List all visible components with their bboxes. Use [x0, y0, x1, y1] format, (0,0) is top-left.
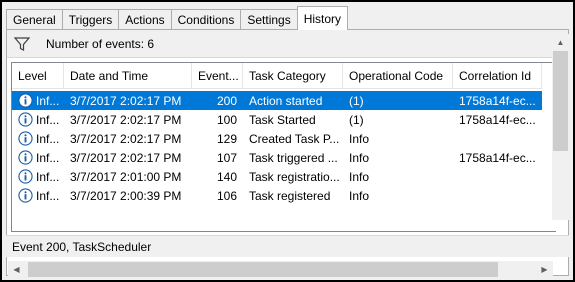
level-text: Inf... [36, 150, 60, 165]
column-header-label: Task Category [249, 68, 326, 83]
scroll-left-arrow-icon[interactable]: ◀ [8, 261, 25, 278]
info-icon [18, 112, 33, 127]
scroll-up-arrow-icon[interactable]: ▲ [552, 34, 569, 51]
level-cell: Inf... [12, 148, 64, 167]
column-header-date[interactable]: Date and Time [64, 63, 192, 88]
tab-actions[interactable]: Actions [118, 9, 172, 30]
level-text: Inf... [36, 112, 60, 127]
table-body: Inf... 3/7/2017 2:02:17 PM 200 Action start… [12, 91, 542, 205]
operational-code-cell: Info [349, 188, 370, 203]
task-category-cell: Task registered [249, 188, 331, 203]
task-category-cell: Task triggered ... [249, 150, 338, 165]
table-row[interactable]: Inf... 3/7/2017 2:02:17 PM 100 Task Started… [12, 110, 542, 129]
date-cell: 3/7/2017 2:00:39 PM [70, 188, 182, 203]
correlation-id-cell: 1758a14f-ec... [459, 112, 536, 127]
date-cell: 3/7/2017 2:01:00 PM [70, 169, 182, 184]
tab-history[interactable]: History [296, 6, 349, 30]
event-details-label: Event 200, TaskScheduler [12, 239, 152, 254]
info-icon [18, 169, 33, 184]
column-header-label: Level [18, 68, 47, 83]
level-cell: Inf... [12, 110, 64, 129]
correlation-id-cell: 1758a14f-ec... [459, 150, 536, 165]
event-details-bar: Event 200, TaskScheduler [6, 235, 569, 257]
filter-icon[interactable] [13, 35, 31, 53]
level-cell: Inf... [12, 167, 64, 186]
column-header-label: Date and Time [70, 68, 149, 83]
column-header-event-id[interactable]: Event... [192, 63, 243, 88]
event-count-label: Number of events: 6 [46, 36, 155, 51]
vertical-scrollbar[interactable]: ▲ [552, 34, 569, 220]
tab-label: General [13, 13, 56, 27]
level-cell: Inf... [12, 91, 64, 110]
vertical-scroll-thumb[interactable] [553, 51, 568, 151]
level-text: Inf... [36, 93, 60, 108]
table-row[interactable]: Inf... 3/7/2017 2:02:17 PM 200 Action start… [12, 91, 542, 110]
event-id-cell: 200 [216, 93, 237, 108]
info-icon [18, 93, 33, 108]
level-text: Inf... [36, 188, 60, 203]
table-row[interactable]: Inf... 3/7/2017 2:01:00 PM 140 Task registr… [12, 167, 542, 186]
info-icon [18, 150, 33, 165]
tab-bar: General Triggers Actions Conditions Sett… [6, 6, 349, 30]
task-category-cell: Action started [249, 93, 323, 108]
date-cell: 3/7/2017 2:02:17 PM [70, 93, 182, 108]
level-text: Inf... [36, 169, 60, 184]
operational-code-cell: Info [349, 150, 370, 165]
date-cell: 3/7/2017 2:02:17 PM [70, 150, 182, 165]
table-row[interactable]: Inf... 3/7/2017 2:02:17 PM 129 Created Task… [12, 129, 542, 148]
column-header-task-category[interactable]: Task Category [243, 63, 343, 88]
task-category-cell: Task registratio... [249, 169, 340, 184]
tab-label: Conditions [177, 13, 235, 27]
event-id-cell: 107 [216, 150, 237, 165]
correlation-id-cell: 1758a14f-ec... [459, 93, 536, 108]
date-cell: 3/7/2017 2:02:17 PM [70, 131, 182, 146]
operational-code-cell: (1) [349, 112, 364, 127]
task-category-cell: Created Task P... [249, 131, 340, 146]
correlation-id-cell [453, 186, 542, 205]
task-properties-window: General Triggers Actions Conditions Sett… [2, 2, 573, 280]
table-row[interactable]: Inf... 3/7/2017 2:00:39 PM 106 Task registe… [12, 186, 542, 205]
column-header-correlation-id[interactable]: Correlation Id [453, 63, 542, 88]
scroll-right-arrow-icon[interactable]: ▶ [536, 261, 553, 278]
column-header-level[interactable]: Level [12, 63, 64, 88]
event-id-cell: 106 [216, 188, 237, 203]
tab-label: Triggers [68, 13, 113, 27]
tab-settings[interactable]: Settings [240, 9, 298, 30]
correlation-id-cell [453, 167, 542, 186]
table-header: Level Date and Time Event... Task Catego… [12, 63, 542, 89]
tab-label: Settings [247, 13, 291, 27]
column-header-label: Correlation Id [459, 68, 532, 83]
tab-general[interactable]: General [6, 9, 63, 30]
horizontal-scrollbar[interactable]: ◀ ▶ [8, 261, 553, 278]
table-row[interactable]: Inf... 3/7/2017 2:02:17 PM 107 Task trigger… [12, 148, 542, 167]
filter-bar: Number of events: 6 [7, 30, 568, 58]
history-table: Level Date and Time Event... Task Catego… [11, 62, 556, 232]
operational-code-cell: Info [349, 131, 370, 146]
operational-code-cell: (1) [349, 93, 364, 108]
info-icon [18, 131, 33, 146]
event-id-cell: 140 [216, 169, 237, 184]
info-icon [18, 188, 33, 203]
level-cell: Inf... [12, 129, 64, 148]
level-text: Inf... [36, 131, 60, 146]
tab-label: History [303, 11, 342, 26]
column-header-label: Event... [198, 68, 239, 83]
tab-conditions[interactable]: Conditions [170, 9, 242, 30]
column-header-label: Operational Code [349, 68, 444, 83]
tab-label: Actions [125, 13, 165, 27]
horizontal-scroll-thumb[interactable] [28, 262, 498, 277]
task-category-cell: Task Started [249, 112, 316, 127]
event-id-cell: 100 [216, 112, 237, 127]
column-header-operational-code[interactable]: Operational Code [343, 63, 453, 88]
operational-code-cell: Info [349, 169, 370, 184]
tab-triggers[interactable]: Triggers [61, 9, 120, 30]
date-cell: 3/7/2017 2:02:17 PM [70, 112, 182, 127]
event-id-cell: 129 [216, 131, 237, 146]
correlation-id-cell [453, 129, 542, 148]
level-cell: Inf... [12, 186, 64, 205]
